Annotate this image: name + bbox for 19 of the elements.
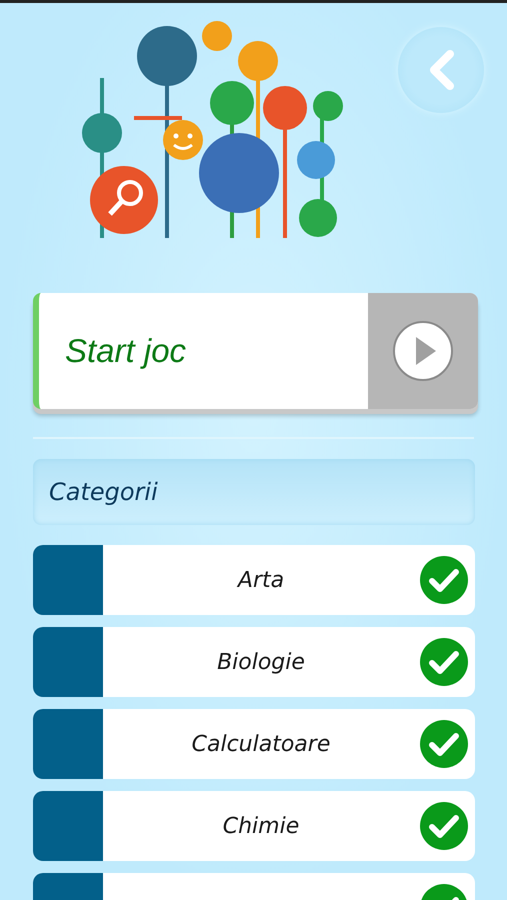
category-row[interactable]: Arta [33,545,475,615]
check-icon[interactable] [419,719,469,769]
category-label: Biologie [217,650,305,674]
check-icon[interactable] [419,555,469,605]
category-label: Arta [238,568,284,592]
check-icon[interactable] [419,801,469,851]
category-row[interactable]: Chimie [33,791,475,861]
chevron-left-icon [428,50,454,90]
category-row[interactable]: Biologie [33,627,475,697]
category-color-block [33,709,103,779]
check-icon[interactable] [419,637,469,687]
category-row[interactable]: Calculatoare [33,709,475,779]
category-label: Chimie [222,814,300,838]
category-color-block [33,545,103,615]
play-icon [392,320,454,382]
category-color-block [33,791,103,861]
categories-header: Categorii [33,459,475,525]
category-color-block [33,627,103,697]
category-label: Calculatoare [192,732,330,756]
